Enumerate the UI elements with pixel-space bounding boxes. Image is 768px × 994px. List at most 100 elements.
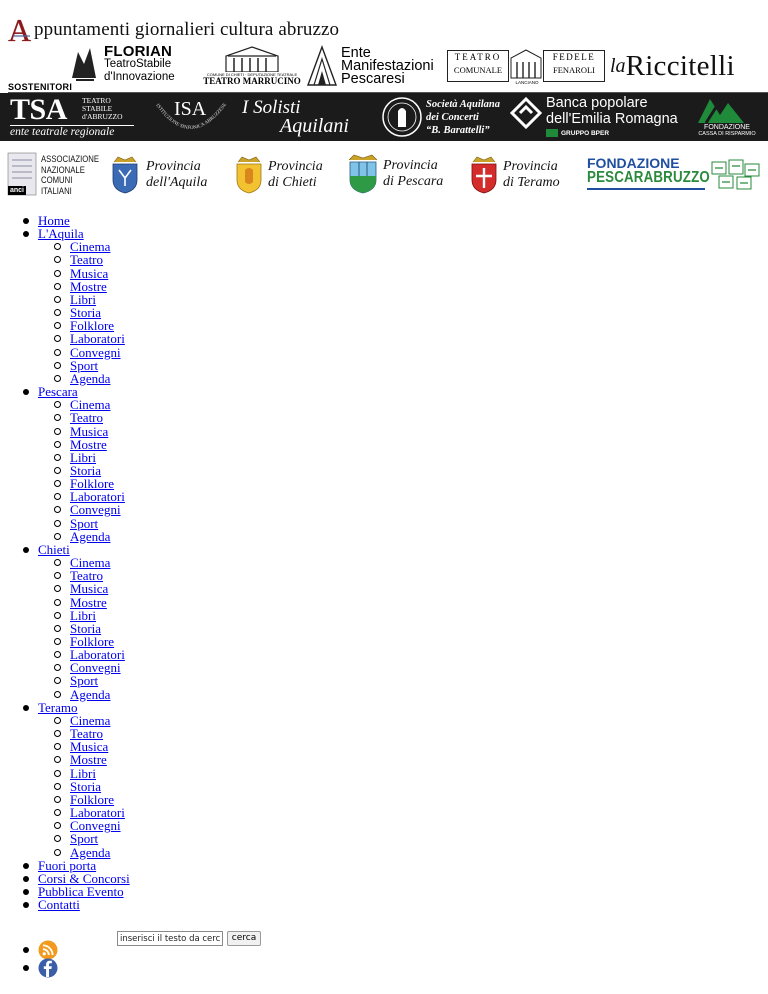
bper-l1: Banca popolare	[546, 95, 648, 111]
list-bullet-hollow	[54, 466, 61, 474]
list-bullet-hollow	[54, 638, 61, 645]
list-bullet-hollow	[54, 559, 61, 567]
list-bullet-hollow	[54, 572, 61, 580]
list-bullet-hollow	[54, 624, 61, 632]
list-bullet-hollow	[54, 295, 61, 303]
barattelli-l2: dei Concerti	[426, 111, 479, 123]
nav-sub-item: Cinema	[0, 240, 130, 253]
list-bullet	[23, 947, 29, 953]
provincia-pescara-logo[interactable]: Provincia di Pescara	[347, 152, 457, 196]
tsa-tag: ente teatrale regionale	[10, 126, 115, 138]
anci-logo[interactable]: anci ASSOCIAZIONE NAZIONALE COMUNI ITALI…	[7, 152, 105, 198]
list-bullet-hollow	[54, 348, 61, 356]
sponsor-row-top: FLORIAN TeatroStabile d'Innovazione COMU…	[0, 42, 768, 90]
list-bullet	[23, 704, 29, 711]
fenaroli-logo[interactable]: TEATRO COMUNALE FEDELE FENAROLI LANCIANO	[447, 49, 605, 86]
fondazione-carisp-logo[interactable]: FONDAZIONE CASSA DI RISPARMIO	[688, 93, 766, 141]
list-bullet-hollow	[54, 756, 61, 764]
nav-sub-link-pescara-agenda[interactable]: Agenda	[70, 529, 110, 544]
pescarabruzzo-emblem-icon	[711, 159, 760, 190]
barattelli-l1: Società Aquilana	[426, 98, 500, 110]
list-bullet-hollow	[54, 243, 61, 251]
nav-sub-item: Convegni	[0, 661, 130, 674]
anci-l1: ASSOCIAZIONE	[41, 154, 100, 164]
list-bullet	[23, 902, 29, 909]
bper-l2: dell'Emilia Romagna	[546, 111, 678, 127]
list-bullet-hollow	[54, 453, 61, 461]
search-button[interactable]: cerca	[227, 931, 261, 946]
list-bullet-hollow	[54, 480, 61, 488]
rss-icon[interactable]	[38, 940, 58, 960]
nav-link-contatti[interactable]: Contatti	[38, 897, 80, 912]
list-bullet	[23, 231, 29, 238]
bper-emblem-icon	[510, 97, 542, 129]
marrucino-logo[interactable]: COMUNE DI CHIETI · DEPUTAZIONE TEATRALE …	[202, 44, 302, 86]
nav-sub-item: Libri	[0, 766, 130, 780]
fenaroli-t1: TEATRO	[454, 52, 502, 62]
solisti-aquilani-logo[interactable]: I Solisti Aquilani	[240, 95, 358, 139]
nav-link-chieti[interactable]: Chieti	[38, 542, 70, 557]
anci-l2: NAZIONALE	[41, 164, 85, 175]
sostenitori-label: SOSTENITORI	[8, 82, 73, 92]
fondazione-pescarabruzzo-logo[interactable]: FONDAZIONE PESCARABRUZZO	[587, 156, 765, 196]
provincia-teramo-l1: Provincia	[503, 159, 558, 174]
main-navigation: Home L'Aquila Cinema Teatro Musica Mostr…	[0, 214, 130, 911]
tsa-s3: d'ABRUZZO	[82, 112, 123, 121]
list-bullet	[23, 218, 29, 224]
facebook-icon[interactable]	[38, 958, 58, 978]
search-input[interactable]	[117, 931, 223, 946]
florian-line3: d'Innovazione	[104, 70, 175, 83]
list-bullet-hollow	[54, 782, 61, 790]
list-bullet-hollow	[54, 309, 61, 317]
florian-logo[interactable]: FLORIAN TeatroStabile d'Innovazione	[68, 42, 196, 86]
submenu-laquila: Cinema Teatro Musica Mostre Libri Storia…	[38, 240, 130, 385]
ente-manifestazioni-logo[interactable]: Ente Manifestazioni Pescaresi	[306, 44, 440, 88]
solisti-l2: Aquilani	[280, 115, 349, 137]
anci-l4: ITALIANI	[41, 185, 72, 196]
ente-l3: Pescaresi	[341, 70, 405, 87]
provincia-chieti-l2: di Chieti	[268, 175, 317, 190]
fenaroli-city: LANCIANO	[515, 80, 539, 85]
carisp-l2: CASSA DI RISPARMIO	[698, 131, 756, 137]
sponsor-row-institutions: anci ASSOCIAZIONE NAZIONALE COMUNI ITALI…	[0, 150, 768, 200]
provincia-chieti-logo[interactable]: Provincia di Chieti	[234, 154, 334, 196]
bper-logo[interactable]: Banca popolare dell'Emilia Romagna GRUPP…	[510, 95, 688, 139]
nav-sub-item: Cinema	[0, 556, 130, 569]
barattelli-logo[interactable]: Società Aquilana dei Concerti “B. Baratt…	[380, 95, 500, 139]
teramo-coat-of-arms-icon	[471, 156, 497, 194]
nav-sub-item: Mostre	[0, 438, 130, 451]
list-bullet-hollow	[54, 361, 61, 369]
nav-sub-item: Teatro	[0, 253, 130, 267]
bper-group: GRUPPO BPER	[561, 129, 610, 137]
list-bullet-hollow	[54, 822, 61, 830]
bper-group-icon	[546, 129, 558, 137]
list-bullet-hollow	[54, 611, 61, 619]
riccitelli-logo[interactable]: la Riccitelli	[610, 46, 766, 86]
anci-abbr: anci	[8, 186, 27, 195]
provincia-laquila-logo[interactable]: Provincia dell'Aquila	[110, 154, 220, 196]
provincia-pescara-l1: Provincia	[383, 158, 438, 173]
florian-name: FLORIAN	[104, 42, 173, 60]
list-bullet-hollow	[54, 743, 61, 751]
nav-sub-item: Convegni	[0, 503, 130, 517]
list-bullet	[23, 862, 29, 869]
list-bullet-hollow	[54, 269, 61, 277]
provincia-teramo-logo[interactable]: Provincia di Teramo	[469, 154, 579, 196]
site-title[interactable]: A ppuntamenti giornalieri cultura abruzz…	[8, 10, 339, 44]
list-bullet-hollow	[54, 374, 61, 382]
list-bullet-hollow	[54, 677, 61, 685]
fenaroli-building-icon	[510, 49, 542, 79]
isa-logo[interactable]: ISTITUZIONE SINFONICA ABRUZZESE ISA	[150, 93, 230, 141]
provincia-teramo-l2: di Teramo	[503, 175, 560, 190]
list-bullet-hollow	[54, 282, 61, 290]
tsa-logo[interactable]: TSA TEATRO STABILE d'ABRUZZO ente teatra…	[8, 93, 158, 139]
list-bullet-hollow	[54, 401, 61, 409]
provincia-chieti-l1: Provincia	[268, 159, 323, 174]
list-bullet-hollow	[54, 414, 61, 422]
nav-item-teramo: Teramo Cinema Teatro Musica Mostre Libri…	[0, 701, 130, 859]
nav-sub-item: Convegni	[0, 819, 130, 832]
pescarabruzzo-l1: FONDAZIONE	[587, 155, 680, 171]
list-bullet-hollow	[54, 835, 61, 843]
list-bullet-hollow	[54, 651, 61, 659]
list-bullet	[23, 875, 29, 882]
